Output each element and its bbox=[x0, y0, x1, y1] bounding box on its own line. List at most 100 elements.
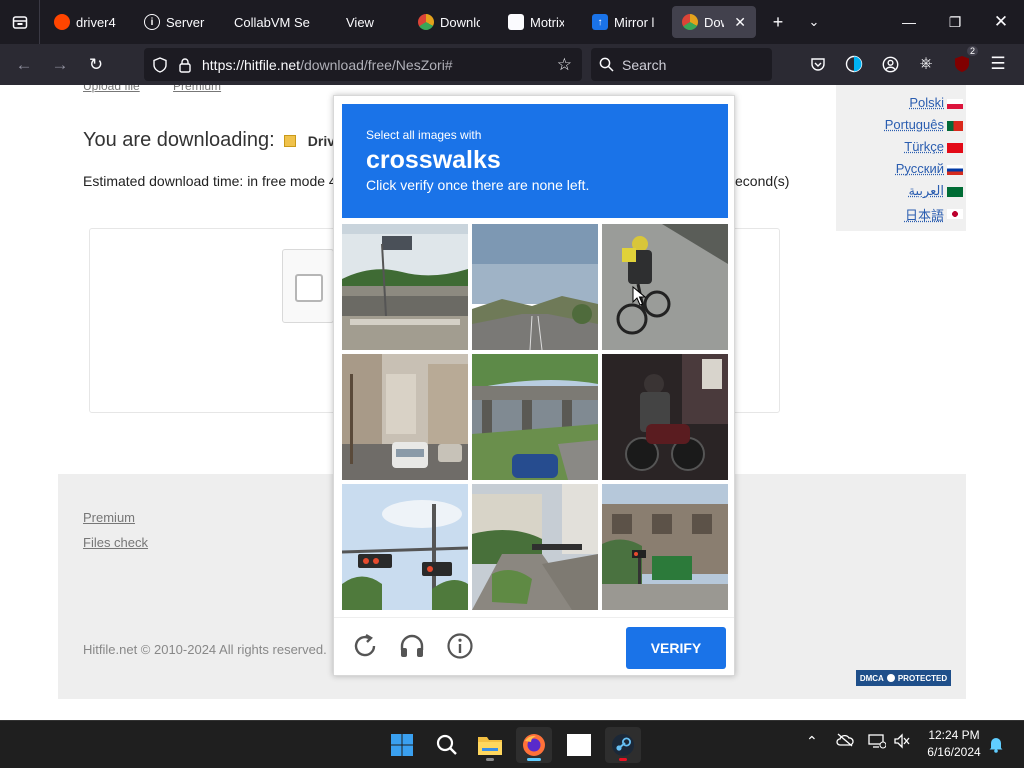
image-tile-6[interactable] bbox=[602, 354, 728, 480]
image-tile-3[interactable] bbox=[602, 224, 728, 350]
premium-top-link[interactable]: Premium bbox=[173, 85, 221, 93]
search-bar[interactable]: Search bbox=[591, 48, 772, 81]
pocket-button[interactable] bbox=[800, 48, 836, 80]
image-tile-7[interactable] bbox=[342, 484, 468, 610]
hcaptcha-checkbox[interactable] bbox=[295, 274, 323, 302]
flag-pl-icon bbox=[947, 99, 963, 109]
refresh-challenge-button[interactable] bbox=[351, 632, 379, 660]
browser-tab[interactable]: ↑ Mirror lis bbox=[582, 6, 664, 38]
restore-button[interactable]: ❐ bbox=[932, 0, 978, 44]
volume-tray-button[interactable] bbox=[893, 733, 911, 752]
search-icon bbox=[599, 57, 614, 72]
tab-label: Motrix bbox=[530, 14, 564, 30]
hcaptcha-checkbox-widget[interactable] bbox=[282, 249, 334, 323]
notifications-button[interactable] bbox=[988, 735, 1004, 756]
language-link[interactable]: Türkçe bbox=[904, 139, 944, 154]
search-icon bbox=[436, 734, 457, 755]
bookmark-star-icon[interactable]: ☆ bbox=[557, 55, 572, 75]
extensions-button[interactable]: ⎈ bbox=[908, 48, 944, 80]
file-icon bbox=[284, 134, 297, 147]
account-button[interactable] bbox=[872, 48, 908, 80]
folder-icon bbox=[478, 737, 502, 755]
url-bar[interactable]: https://hitfile.net/download/free/NesZor… bbox=[144, 48, 582, 81]
prompt-target: crosswalks bbox=[366, 146, 501, 174]
windows-taskbar: ⌃ 12:24 PM 6/16/2024 bbox=[0, 720, 1024, 768]
language-link[interactable]: Polski bbox=[909, 95, 944, 110]
tile-image-traffic-lights bbox=[342, 484, 468, 610]
bell-icon bbox=[989, 738, 1003, 753]
mouse-cursor bbox=[632, 286, 646, 306]
info-button[interactable] bbox=[446, 632, 474, 660]
back-button[interactable]: ← bbox=[6, 49, 42, 81]
image-tile-2[interactable] bbox=[472, 224, 598, 350]
vpn-button[interactable] bbox=[836, 48, 872, 80]
minimize-button[interactable]: — bbox=[886, 0, 932, 44]
estimated-suffix: econd(s) bbox=[735, 173, 790, 189]
start-button[interactable] bbox=[384, 727, 420, 763]
browser-tab[interactable]: i Server N bbox=[134, 6, 216, 38]
blank-window-icon bbox=[567, 734, 591, 756]
footer-files-check-link[interactable]: Files check bbox=[83, 535, 148, 550]
image-tile-1[interactable] bbox=[342, 224, 468, 350]
network-tray-button[interactable] bbox=[868, 733, 887, 752]
close-window-button[interactable]: ✕ bbox=[978, 0, 1024, 44]
tile-image-walkway bbox=[472, 484, 598, 610]
upload-file-link[interactable]: Upload file bbox=[83, 85, 140, 93]
minimize-icon: — bbox=[902, 14, 916, 30]
ublock-button[interactable]: 2 bbox=[944, 46, 980, 80]
language-list: Polski Português Türkçe Русский العربية 日本語 bbox=[836, 85, 966, 231]
image-tile-9[interactable] bbox=[602, 484, 728, 610]
steam-icon bbox=[612, 734, 634, 756]
dmca-label: DMCA bbox=[859, 673, 884, 683]
close-icon: ✕ bbox=[993, 12, 1009, 31]
reload-icon: ↻ bbox=[88, 54, 104, 74]
tab-label: Mirror lis bbox=[614, 14, 654, 30]
active-indicator bbox=[527, 758, 541, 761]
list-all-tabs-button[interactable]: ⌄ bbox=[796, 0, 832, 44]
app-menu-button[interactable]: ☰ bbox=[980, 48, 1016, 80]
steam-taskbar-button[interactable] bbox=[605, 727, 641, 763]
system-clock[interactable]: 12:24 PM 6/16/2024 bbox=[922, 727, 986, 761]
blank-app-taskbar-button[interactable] bbox=[561, 727, 597, 763]
challenge-prompt: Select all images with crosswalks Click … bbox=[342, 104, 728, 218]
new-tab-button[interactable]: + bbox=[760, 0, 796, 44]
language-link[interactable]: Português bbox=[885, 117, 944, 132]
show-hidden-icons-button[interactable]: ⌃ bbox=[806, 733, 818, 750]
image-tile-5[interactable] bbox=[472, 354, 598, 480]
search-taskbar-button[interactable] bbox=[429, 727, 465, 763]
browser-tab[interactable]: View bbox=[336, 6, 400, 38]
close-tab-icon[interactable]: ✕ bbox=[734, 14, 746, 31]
language-link[interactable]: Русский bbox=[896, 161, 944, 176]
vpn-icon bbox=[845, 55, 863, 73]
language-link[interactable]: 日本語 bbox=[905, 205, 944, 224]
firefox-view-button[interactable] bbox=[0, 0, 40, 44]
reddit-icon bbox=[54, 14, 70, 30]
dmca-badge[interactable]: DMCA PROTECTED bbox=[856, 670, 951, 686]
estimated-time: Estimated download time: in free mode 4 bbox=[83, 173, 337, 189]
attention-indicator bbox=[619, 758, 627, 761]
browser-tab[interactable]: driver4V bbox=[44, 6, 126, 38]
footer-premium-link[interactable]: Premium bbox=[83, 510, 135, 525]
firefox-view-icon bbox=[12, 16, 27, 29]
url-text[interactable]: https://hitfile.net/download/free/NesZor… bbox=[202, 57, 453, 73]
flag-tr-icon bbox=[947, 143, 963, 153]
audio-challenge-button[interactable] bbox=[398, 632, 426, 660]
reload-button[interactable]: ↻ bbox=[78, 49, 114, 81]
clock-time: 12:24 PM bbox=[928, 728, 980, 742]
firefox-taskbar-button[interactable] bbox=[516, 727, 552, 763]
chrome-colors-icon bbox=[682, 14, 698, 30]
image-tile-4[interactable] bbox=[342, 354, 468, 480]
onedrive-tray-button[interactable] bbox=[836, 733, 854, 750]
browser-tab[interactable]: Downloa bbox=[408, 6, 490, 38]
image-tile-8[interactable] bbox=[472, 484, 598, 610]
browser-tab[interactable]: Down ✕ bbox=[672, 6, 756, 38]
browser-tab[interactable]: Motrix bbox=[498, 6, 574, 38]
forward-button[interactable]: → bbox=[42, 49, 78, 81]
language-link[interactable]: العربية bbox=[908, 183, 944, 199]
tile-image-intersection bbox=[602, 484, 728, 610]
prompt-hint: Click verify once there are none left. bbox=[366, 177, 590, 193]
browser-tab[interactable]: CollabVM Se bbox=[224, 6, 328, 38]
file-explorer-button[interactable] bbox=[472, 727, 508, 763]
verify-button[interactable]: VERIFY bbox=[626, 627, 726, 669]
chevron-up-icon: ⌃ bbox=[806, 733, 818, 749]
